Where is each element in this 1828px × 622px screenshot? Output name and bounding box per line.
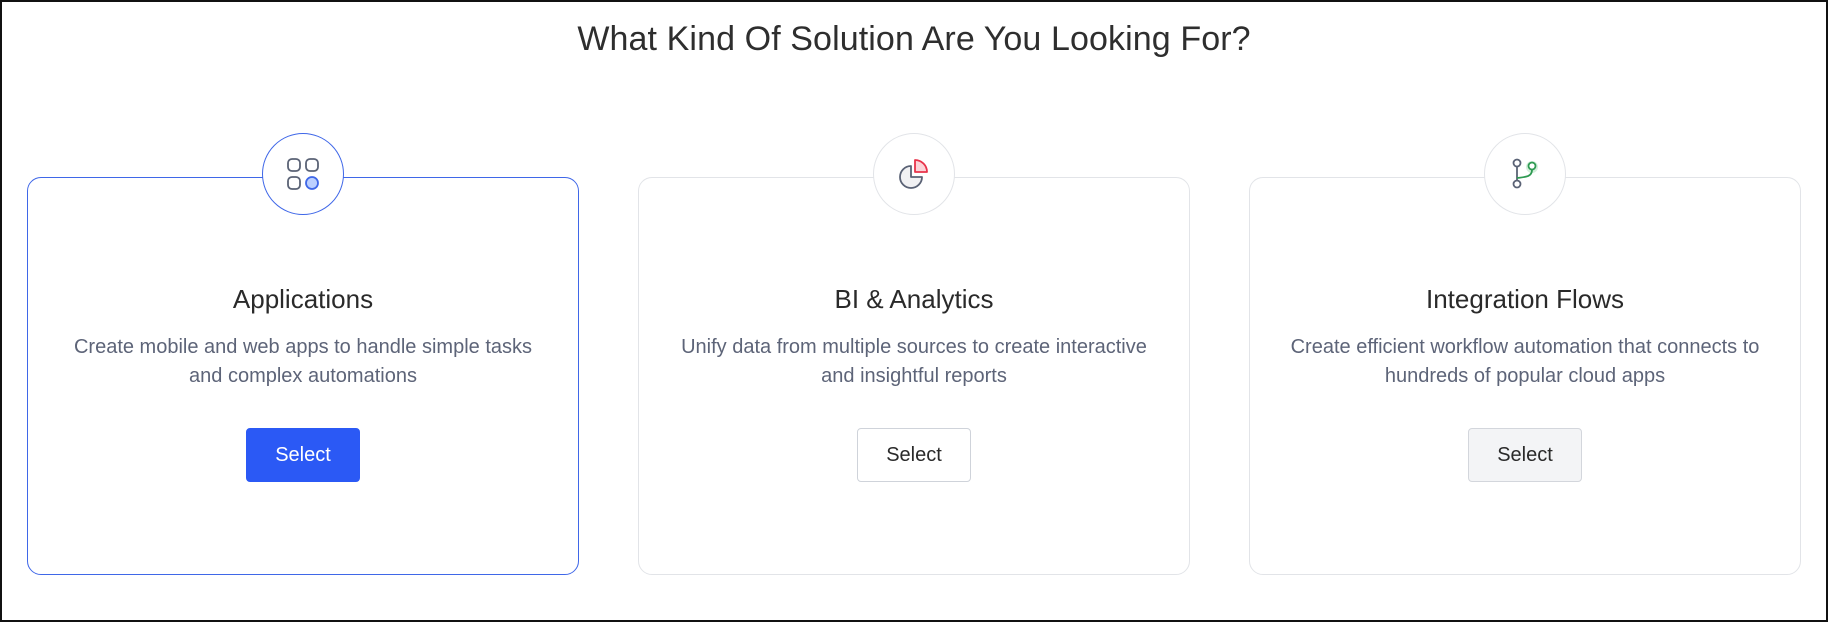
card-description: Create efficient workflow automation tha…	[1290, 336, 1760, 387]
pie-chart-icon	[899, 159, 928, 189]
select-bi-analytics-button[interactable]: Select	[857, 428, 971, 482]
card-description: Unify data from multiple sources to crea…	[681, 336, 1147, 387]
analytics-icon-badge	[873, 133, 955, 215]
page-title: What Kind Of Solution Are You Looking Fo…	[577, 20, 1251, 58]
select-applications-button[interactable]: Select	[246, 428, 360, 482]
select-integration-flows-button[interactable]: Select	[1468, 428, 1582, 482]
apps-grid-icon	[287, 158, 319, 190]
card-applications[interactable]: Applications Create mobile and web apps …	[27, 133, 579, 575]
card-title: Integration Flows	[1426, 284, 1624, 314]
git-branch-icon	[1512, 158, 1538, 189]
apps-icon-badge	[262, 133, 344, 215]
card-bi-analytics[interactable]: BI & Analytics Unify data from multiple …	[638, 133, 1190, 575]
card-description: Create mobile and web apps to handle sim…	[73, 336, 533, 387]
solution-picker: What Kind Of Solution Are You Looking Fo…	[0, 0, 1828, 622]
card-title: Applications	[232, 284, 374, 314]
card-title: BI & Analytics	[834, 284, 994, 314]
card-integration-flows[interactable]: Integration Flows Create efficient workf…	[1249, 133, 1801, 575]
integration-icon-badge	[1484, 133, 1566, 215]
